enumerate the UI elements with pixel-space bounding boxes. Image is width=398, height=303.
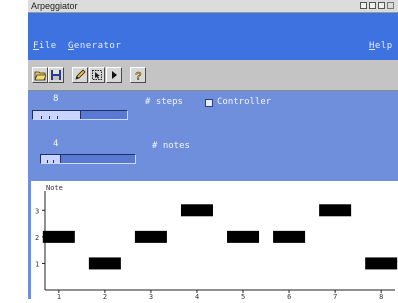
x-tick-label: 1 (57, 293, 61, 299)
note-block[interactable] (134, 230, 167, 243)
title-bar[interactable]: Arpeggiator (28, 0, 398, 13)
x-tick-label: 3 (149, 293, 153, 299)
notes-value: 4 (53, 139, 59, 149)
menu-file[interactable]: File (33, 41, 57, 51)
controller-label: Controller (217, 97, 272, 107)
restore-icon[interactable] (378, 2, 385, 9)
x-tick-label: 2 (103, 293, 107, 299)
window-title: Arpeggiator (31, 1, 78, 11)
x-tick-label: 6 (287, 293, 291, 299)
y-tick-label: 3 (35, 207, 39, 215)
note-block[interactable] (273, 230, 306, 243)
slider-tick (41, 116, 42, 119)
y-tick-label: 2 (35, 234, 39, 242)
note-block[interactable] (88, 257, 121, 270)
save-icon[interactable] (48, 67, 64, 83)
slider-tick (57, 116, 58, 119)
minimize-icon[interactable] (360, 2, 367, 9)
note-chart[interactable]: Note 1 2 3 1 2 3 4 5 6 7 8 (31, 181, 398, 301)
note-block[interactable] (319, 204, 352, 217)
notes-slider-thumb[interactable] (41, 155, 61, 163)
steps-value: 8 (53, 94, 59, 104)
svg-text:?: ? (135, 71, 142, 82)
steps-slider[interactable] (32, 110, 128, 120)
pencil-icon[interactable] (72, 67, 88, 83)
notes-label: # notes (152, 141, 190, 151)
settings-panel: 8 # steps Controller 4 # notes (28, 91, 398, 179)
note-block[interactable] (365, 257, 398, 270)
close-icon[interactable] (387, 2, 394, 9)
note-block[interactable] (180, 204, 213, 217)
menu-bar: File Generator Help (28, 13, 398, 60)
x-tick-label: 7 (333, 293, 337, 299)
maximize-icon[interactable] (369, 2, 376, 9)
select-icon[interactable] (89, 67, 105, 83)
help-icon[interactable]: ? (130, 67, 146, 83)
controller-checkbox[interactable] (205, 99, 213, 107)
notes-slider[interactable] (40, 154, 136, 164)
note-block[interactable] (42, 230, 75, 243)
x-tick-label: 4 (195, 293, 199, 299)
menu-help[interactable]: Help (369, 41, 393, 51)
slider-tick (49, 116, 50, 119)
x-tick-label: 5 (241, 293, 245, 299)
steps-label: # steps (145, 97, 183, 107)
arpeggiator-window: Arpeggiator File Generator Help ? 8 # st… (28, 0, 398, 301)
chart-title: Note (46, 184, 63, 192)
note-chart-svg[interactable]: Note 1 2 3 1 2 3 4 5 6 7 8 (31, 181, 398, 301)
note-block[interactable] (227, 230, 260, 243)
slider-tick (53, 160, 54, 163)
y-tick-label: 1 (35, 260, 39, 268)
play-icon[interactable] (106, 67, 122, 83)
open-folder-icon[interactable] (32, 67, 48, 83)
toolbar: ? (28, 60, 398, 91)
x-tick-label: 8 (379, 293, 383, 299)
slider-tick (47, 160, 48, 163)
menu-generator[interactable]: Generator (68, 41, 121, 51)
